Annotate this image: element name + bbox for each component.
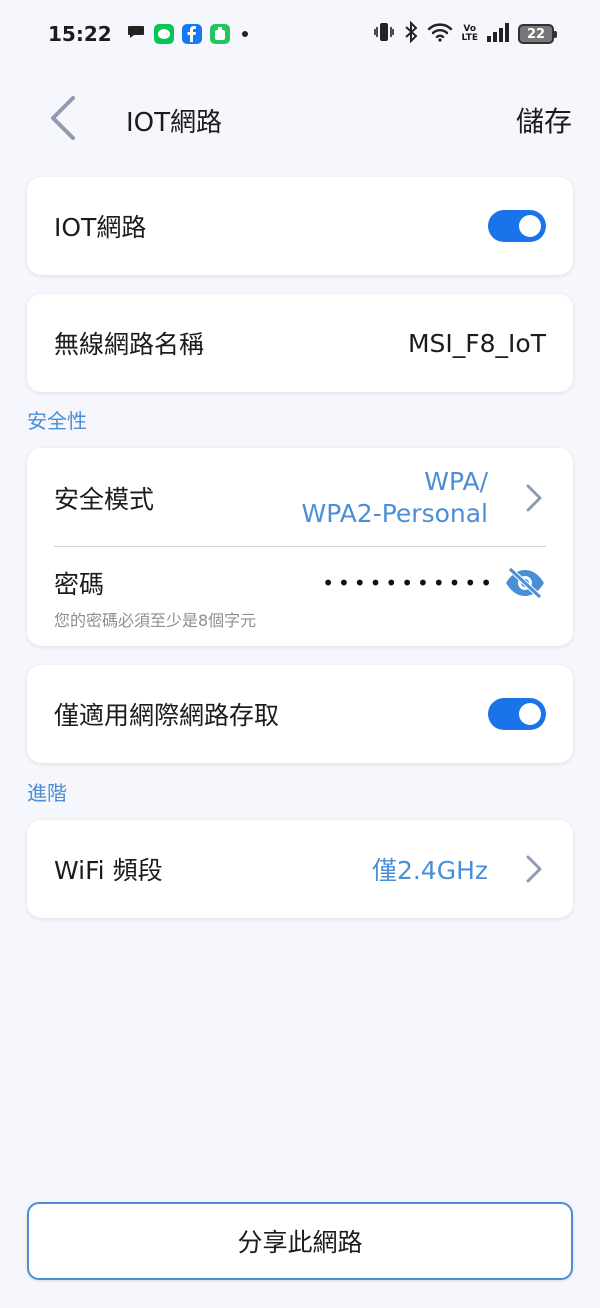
- iot-network-toggle[interactable]: [488, 210, 546, 242]
- internet-only-label: 僅適用網際網路存取: [54, 701, 280, 730]
- notification-dot: [241, 31, 248, 37]
- wifi-icon: [427, 22, 453, 46]
- status-bar: 15:22 Vo LTE 22: [0, 0, 600, 68]
- password-label: 密碼: [54, 570, 105, 599]
- chevron-right-icon: [522, 853, 546, 885]
- iot-network-row: IOT網路: [27, 177, 573, 275]
- iot-network-label: IOT網路: [54, 213, 147, 242]
- chevron-right-icon: [522, 482, 546, 514]
- save-button[interactable]: 儲存: [516, 100, 572, 140]
- ssid-row[interactable]: 無線網路名稱 MSI_F8_IoT: [27, 294, 573, 392]
- battery-icon: 22: [518, 24, 557, 44]
- security-divider: [54, 546, 546, 547]
- wifi-band-label: WiFi 頻段: [54, 856, 163, 885]
- volte-bottom: LTE: [461, 33, 478, 43]
- bluetooth-icon: [403, 20, 419, 47]
- battery-level: 22: [526, 26, 546, 42]
- status-time: 15:22: [48, 22, 112, 46]
- password-hint-row: 您的密碼必須至少是8個字元: [27, 606, 573, 632]
- header: IOT網路 儲存: [0, 80, 600, 158]
- security-mode-value-line2: WPA2-Personal: [301, 498, 489, 528]
- back-button[interactable]: [40, 92, 86, 144]
- chevron-left-icon: [51, 96, 75, 140]
- eye-off-icon[interactable]: [504, 566, 546, 600]
- status-right: Vo LTE 22: [373, 20, 557, 47]
- line-app-icon: [153, 24, 174, 44]
- password-hint: 您的密碼必須至少是8個字元: [54, 611, 257, 630]
- share-network-button[interactable]: 分享此網路: [27, 1202, 573, 1280]
- security-mode-value: WPA/ WPA2-Personal: [302, 466, 489, 530]
- advanced-section-title: 進階: [27, 781, 67, 805]
- password-row[interactable]: 密碼 •••••••••••: [27, 563, 573, 603]
- security-mode-value-line1: WPA/: [424, 466, 488, 496]
- internet-only-card: 僅適用網際網路存取: [27, 665, 573, 763]
- security-mode-label: 安全模式: [54, 484, 155, 514]
- security-section-title: 安全性: [27, 409, 87, 433]
- password-input[interactable]: •••••••••••: [322, 571, 496, 595]
- wifi-band-row[interactable]: WiFi 頻段 僅2.4GHz: [27, 820, 573, 918]
- status-left: 15:22: [48, 22, 248, 46]
- ssid-value: MSI_F8_IoT: [407, 328, 546, 358]
- wifi-band-card: WiFi 頻段 僅2.4GHz: [27, 820, 573, 918]
- internet-only-row: 僅適用網際網路存取: [27, 665, 573, 763]
- signal-icon: [486, 22, 510, 46]
- iot-network-card: IOT網路: [27, 177, 573, 275]
- ssid-label: 無線網路名稱: [54, 330, 205, 359]
- security-card: 安全模式 WPA/ WPA2-Personal 密碼 ••••••••••• 您…: [27, 448, 573, 646]
- chat-bubble-icon: [126, 22, 146, 46]
- facebook-app-icon: [181, 24, 202, 44]
- page: 15:22 Vo LTE 22 IOT網路 儲存 IOT網路 無線網路名稱 MS…: [0, 0, 600, 1308]
- ssid-card: 無線網路名稱 MSI_F8_IoT: [27, 294, 573, 392]
- security-mode-row[interactable]: 安全模式 WPA/ WPA2-Personal: [27, 448, 573, 547]
- vibrate-icon: [373, 21, 395, 47]
- volte-indicator: Vo LTE: [461, 25, 478, 43]
- internet-only-toggle[interactable]: [488, 698, 546, 730]
- page-title: IOT網路: [126, 108, 223, 138]
- green-app-icon: [209, 24, 230, 44]
- wifi-band-value: 僅2.4GHz: [371, 856, 488, 885]
